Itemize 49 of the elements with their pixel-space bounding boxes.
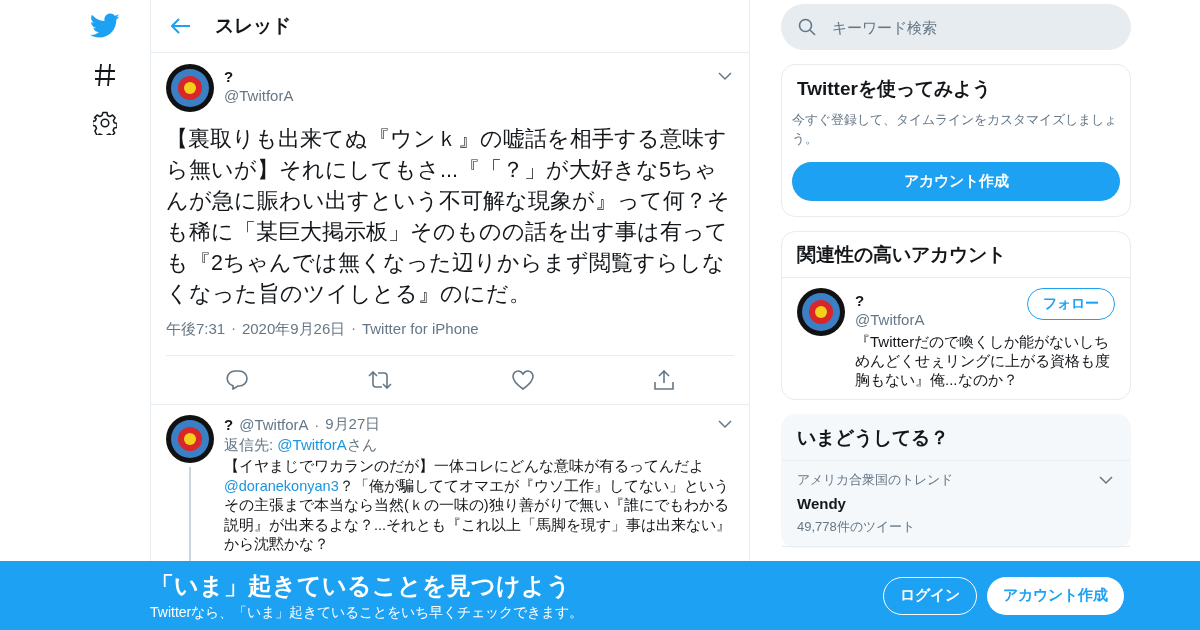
chevron-icon[interactable] [718, 420, 732, 429]
tweet-text: 【イヤまじでワカランのだが】一体コレにどんな意味が有るってんだよ @doranekonyan3？「俺が騙しててオマエが『ウソ工作』してない」というその主張まで本当なら当然(ｋの一味の)独り善がりで無い『誰にでもわかる説明』が出来るよな？...それとも『これ以上「馬脚を現す」事は出来ない』から沈黙かな？ [224, 457, 733, 554]
tweet-date[interactable]: 2020年9月26日 [241, 320, 346, 339]
user-name[interactable]: ? [224, 416, 234, 433]
card-title: いまどうしてる？ [782, 415, 1130, 461]
tweet-text: 【裏取りも出来てぬ『ウンｋ』の嘘話を相手する意味すら無いが】それにしてもさ...『「？」が大好きな5ちゃんが急に賑わい出すという不可解な現象が』って何？そも稀に「某巨大掲示板」そのものの話を出す事は有っても『2ちゃんでは無くなった辺りからまず閲覧すらしなくなった旨のツイしとる』のにだ。 [166, 126, 731, 308]
user-handle[interactable]: @TwitforA [855, 311, 925, 328]
banner-title: 「いま」起きていることを見つけよう [150, 570, 572, 601]
banner-subtitle: Twitterなら、「いま」起きていることをいち早くチェックできます。 [150, 603, 584, 622]
chevron-icon[interactable] [1099, 475, 1113, 485]
trend-context: アメリカ合衆国のトレンド [797, 471, 953, 489]
mention-link[interactable]: @TwitforA [277, 436, 347, 453]
back-icon[interactable] [171, 18, 191, 34]
mention-link[interactable]: @doranekonyan3 [224, 477, 339, 494]
avatar[interactable] [166, 415, 214, 463]
user-handle[interactable]: @TwitforA [239, 416, 309, 433]
search-field[interactable]: キーワード検索 [781, 4, 1131, 50]
separator-dot: · [351, 320, 356, 338]
card-title: 関連性の高いアカウント [782, 232, 1130, 278]
share-icon[interactable] [654, 370, 674, 390]
separator-dot: · [231, 320, 236, 338]
tweet-date[interactable]: 9月27日 [325, 415, 381, 434]
card-text: 今すぐ登録して、タイムラインをカスタマイズしましょう。 [792, 111, 1118, 148]
settings-icon[interactable] [93, 111, 117, 135]
user-name[interactable]: ? [855, 292, 925, 309]
trend-name: Wendy [797, 495, 847, 512]
user-name[interactable]: ? [224, 68, 708, 85]
reply-to-text: 返信先: @TwitforAさん [224, 436, 378, 455]
page-title: スレッド [215, 14, 291, 38]
tweet-time[interactable]: 午後7:31 [166, 320, 226, 339]
reply-icon[interactable] [226, 370, 248, 390]
retweet-icon[interactable] [368, 371, 392, 389]
tweet-count: 49,778件のツイート [797, 518, 916, 536]
heart-icon[interactable] [512, 370, 534, 390]
signup-button[interactable]: アカウント作成 [792, 162, 1120, 201]
avatar[interactable] [797, 288, 845, 336]
tweet-source[interactable]: Twitter for iPhone [361, 320, 479, 339]
user-handle[interactable]: @TwitforA [224, 87, 708, 104]
card-title: Twitterを使ってみよう [797, 77, 992, 101]
separator-dot: · [314, 416, 320, 433]
trend-item[interactable]: アメリカ合衆国のトレンド Wendy 49,778件のツイート [782, 461, 1130, 547]
bird-logo-icon[interactable] [90, 13, 120, 39]
chevron-icon[interactable] [718, 72, 732, 81]
user-bio: 『Twitterだので喚くしか能がないしちめんどくせぇリングに上がる資格も度胸もない』俺...なのか？ [855, 332, 1111, 389]
avatar[interactable] [166, 64, 214, 112]
signup-button[interactable]: アカウント作成 [987, 576, 1124, 615]
follow-button[interactable]: フォロー [1027, 288, 1115, 320]
hashtag-icon[interactable] [94, 63, 116, 87]
search-icon [798, 18, 816, 36]
